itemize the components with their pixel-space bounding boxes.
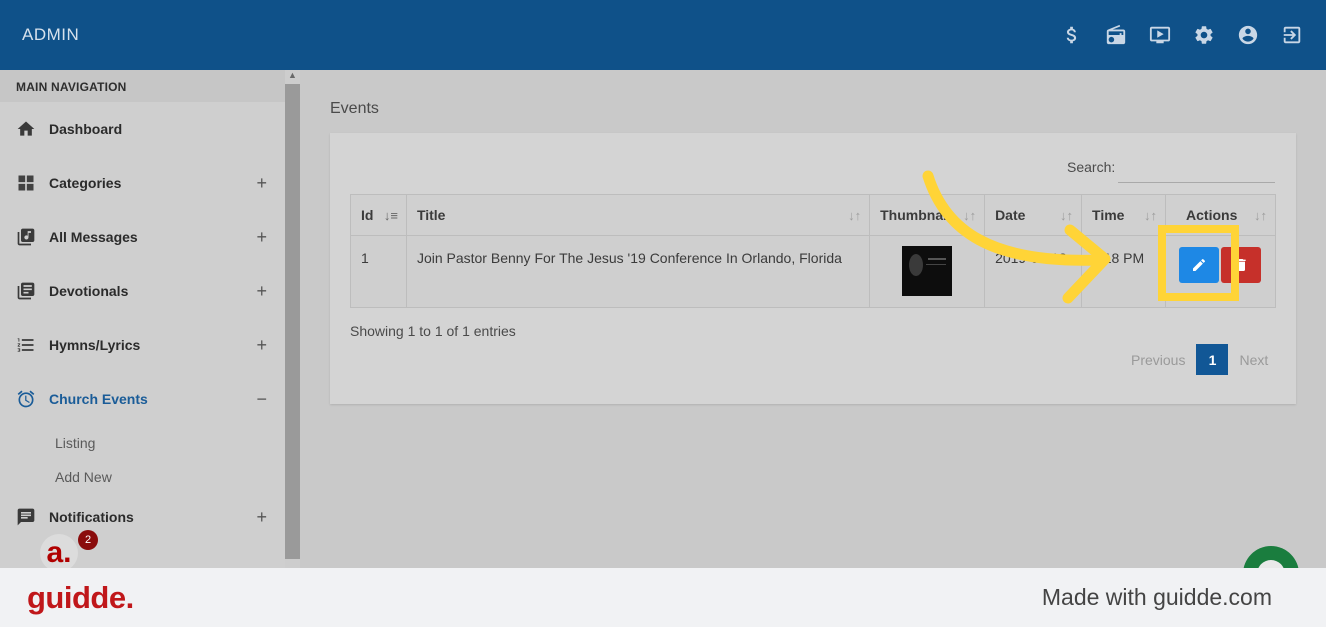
sort-icon: ↓↑ (963, 208, 977, 223)
top-bar: ADMIN (0, 0, 1326, 70)
cell-id: 1 (350, 235, 407, 308)
sidebar-item-categories[interactable]: Categories + (0, 156, 285, 210)
search-input[interactable] (1118, 153, 1275, 183)
sidebar-item-label: Notifications (49, 509, 134, 525)
sort-icon: ↓↑ (848, 208, 862, 223)
gear-icon[interactable] (1192, 23, 1216, 47)
cell-time: 6:18 PM (1081, 235, 1167, 308)
sidebar-subitem-listing[interactable]: Listing (0, 426, 285, 460)
music-library-icon (16, 227, 36, 247)
sidebar-subitem-add-new[interactable]: Add New (0, 460, 285, 494)
account-icon[interactable] (1236, 23, 1260, 47)
guidde-logo[interactable]: guidde. (27, 580, 134, 616)
collapse-toggle[interactable]: − (256, 389, 267, 410)
sidebar-item-devotionals[interactable]: Devotionals + (0, 264, 285, 318)
footer-banner: guidde. Made with guidde.com (0, 568, 1326, 627)
radio-icon[interactable] (1104, 23, 1128, 47)
book-icon (16, 281, 36, 301)
cell-title: Join Pastor Benny For The Jesus '19 Conf… (405, 235, 871, 308)
sort-icon: ↓↑ (1144, 208, 1158, 223)
list-icon (16, 335, 36, 355)
sidebar-item-all-messages[interactable]: All Messages + (0, 210, 285, 264)
events-table: Id ↓≡ Title ↓↑ Thumbnail ↓↑ Date ↓↑ Time ↓↑ A… (350, 194, 1276, 308)
sort-icon: ↓↑ (1254, 208, 1267, 223)
cell-date: 2019-06-12 (984, 235, 1083, 308)
sidebar-item-label: Church Events (49, 391, 148, 407)
message-icon (16, 507, 36, 527)
events-card: Search: Id ↓≡ Title ↓↑ Thumbnail ↓↑ Date ↓↑ … (330, 133, 1296, 404)
tv-icon[interactable] (1148, 23, 1172, 47)
col-header-time[interactable]: Time ↓↑ (1081, 194, 1167, 236)
logout-icon[interactable] (1280, 23, 1304, 47)
col-header-label: Date (995, 207, 1026, 223)
sidebar-item-label: All Messages (49, 229, 138, 245)
col-header-label: Actions (1186, 207, 1238, 223)
col-header-date[interactable]: Date ↓↑ (984, 194, 1083, 236)
col-header-label: Id (361, 207, 374, 223)
nav-section-header: MAIN NAVIGATION (0, 70, 285, 102)
event-thumbnail-image[interactable] (902, 246, 953, 296)
sort-asc-icon: ↓≡ (383, 208, 398, 223)
col-header-label: Title (416, 207, 446, 223)
col-header-id[interactable]: Id ↓≡ (350, 194, 407, 236)
pagination-page-1[interactable]: 1 (1196, 344, 1229, 375)
pagination: Previous 1 Next (1120, 344, 1279, 375)
table-header-row: Id ↓≡ Title ↓↑ Thumbnail ↓↑ Date ↓↑ Time ↓↑ A… (350, 194, 1276, 236)
col-header-label: Time (1092, 207, 1125, 223)
notification-badge: 2 (78, 530, 98, 550)
table-info: Showing 1 to 1 of 1 entries (350, 323, 516, 339)
sidebar-item-church-events[interactable]: Church Events − (0, 372, 285, 426)
alarm-clock-icon (16, 389, 36, 409)
brand-title[interactable]: ADMIN (22, 25, 79, 45)
sidebar-item-label: Hymns/Lyrics (49, 337, 141, 353)
categories-icon (16, 173, 36, 193)
edit-button-highlight (1158, 225, 1239, 301)
sidebar-item-label: Categories (49, 175, 122, 191)
expand-toggle[interactable]: + (256, 173, 267, 194)
search-label: Search: (1067, 159, 1116, 175)
pagination-previous[interactable]: Previous (1120, 352, 1196, 368)
top-icons (1060, 23, 1304, 47)
table-row: 1 Join Pastor Benny For The Jesus '19 Co… (350, 235, 1276, 308)
cell-thumbnail (869, 235, 986, 308)
scrollbar-thumb[interactable] (285, 84, 300, 559)
made-with-text[interactable]: Made with guidde.com (1042, 584, 1272, 611)
col-header-thumbnail[interactable]: Thumbnail ↓↑ (869, 194, 986, 236)
expand-toggle[interactable]: + (256, 281, 267, 302)
home-icon (16, 119, 36, 139)
page-title: Events (330, 100, 379, 117)
avatar-letter: a. (40, 534, 78, 572)
col-header-label: Thumbnail (880, 207, 951, 223)
sidebar-item-label: Dashboard (49, 121, 123, 137)
sort-icon: ↓↑ (1060, 208, 1074, 223)
expand-toggle[interactable]: + (256, 507, 267, 528)
pagination-next[interactable]: Next (1228, 352, 1279, 368)
scroll-up-icon[interactable]: ▲ (287, 70, 298, 82)
sidebar-scrollbar[interactable]: ▲ (285, 70, 300, 568)
expand-toggle[interactable]: + (256, 335, 267, 356)
expand-toggle[interactable]: + (256, 227, 267, 248)
sidebar-item-label: Devotionals (49, 283, 129, 299)
sidebar-item-hymns-lyrics[interactable]: Hymns/Lyrics + (0, 318, 285, 372)
col-header-title[interactable]: Title ↓↑ (405, 194, 871, 236)
sidebar-item-dashboard[interactable]: Dashboard (0, 102, 285, 156)
dollar-icon[interactable] (1060, 23, 1084, 47)
sidebar: MAIN NAVIGATION Dashboard Categories + A… (0, 70, 285, 568)
main-content: Events Search: Id ↓≡ Title ↓↑ Thumbnail ↓↑ … (300, 70, 1326, 568)
